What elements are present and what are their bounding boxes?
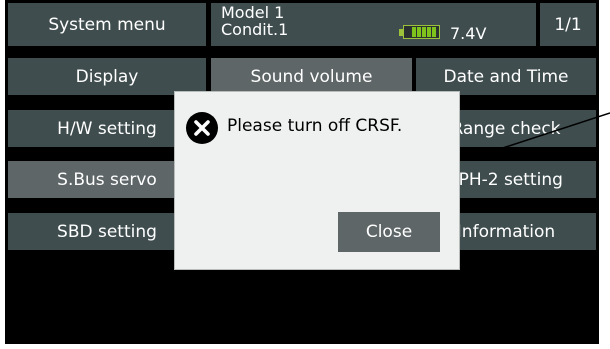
date-and-time-button[interactable]: Date and Time: [416, 58, 596, 95]
display-button-label: Display: [75, 66, 139, 87]
sound-volume-button[interactable]: Sound volume: [211, 58, 412, 95]
condition-name: Condit.1: [221, 20, 289, 39]
dialog-message: Please turn off CRSF.: [227, 116, 403, 136]
system-menu-title[interactable]: System menu: [8, 3, 206, 46]
page-indicator-label: 1/1: [554, 14, 582, 35]
lph2-setting-button-label: LPH-2 setting: [449, 169, 563, 190]
system-menu-title-label: System menu: [48, 14, 166, 35]
sbus-servo-button-label: S.Bus servo: [57, 169, 157, 190]
hw-setting-button-label: H/W setting: [57, 118, 157, 139]
page-indicator: 1/1: [540, 3, 596, 46]
lcd-screen: System menu Model 1 Condit.1 7.4V 1/1 Di…: [5, 0, 599, 344]
battery-icon: [399, 25, 441, 40]
display-button[interactable]: Display: [8, 58, 206, 95]
range-check-button-label: Range check: [451, 118, 561, 139]
x-circle-icon: [186, 112, 218, 144]
sound-volume-button-label: Sound volume: [250, 66, 373, 87]
model-status-bar: Model 1 Condit.1 7.4V: [211, 3, 536, 46]
alert-dialog: Please turn off CRSF. Close: [174, 91, 460, 270]
sbd-setting-button-label: SBD setting: [57, 221, 157, 242]
battery-voltage: 7.4V: [450, 24, 487, 43]
information-button-label: Information: [456, 221, 556, 242]
close-button[interactable]: Close: [338, 212, 440, 252]
close-button-label: Close: [365, 222, 413, 242]
date-and-time-button-label: Date and Time: [443, 66, 569, 87]
